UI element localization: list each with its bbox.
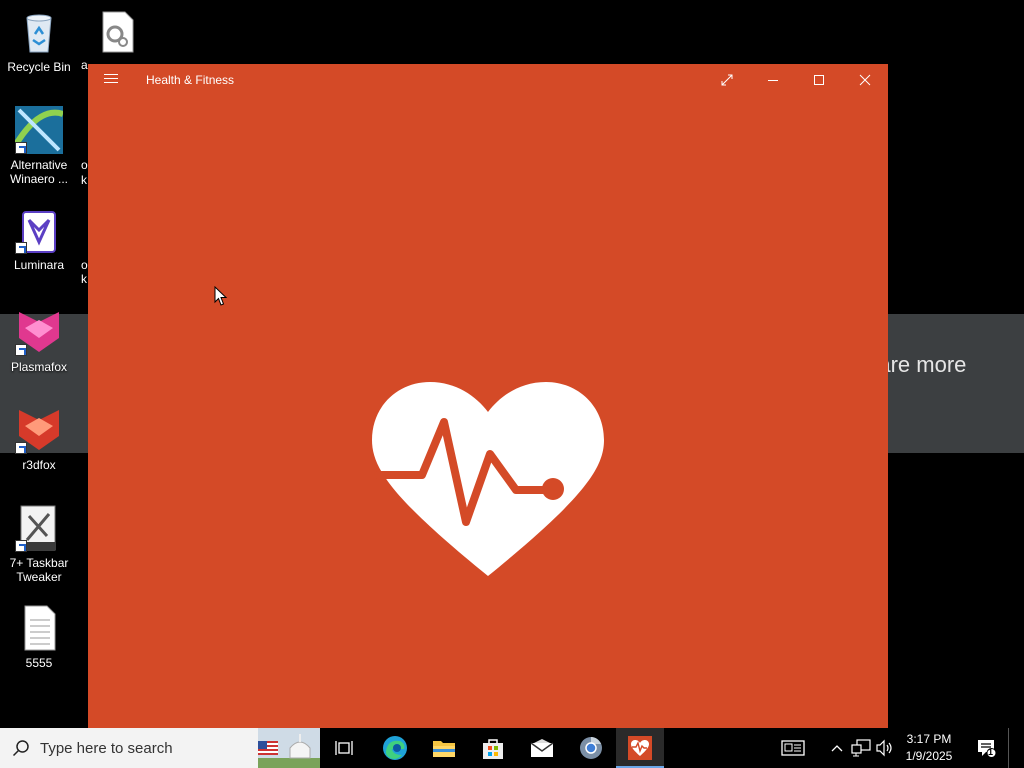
desktop-icon-label: 5555 [25,656,53,670]
task-view-icon [335,741,353,755]
clock-date: 1/9/2025 [905,749,953,763]
desktop-icon-recycle-bin[interactable]: Recycle Bin [0,8,78,74]
shortcut-arrow-icon [15,242,27,254]
health-fitness-icon [628,736,652,760]
show-hidden-icons-button[interactable] [828,738,846,758]
maximize-icon [814,75,824,85]
luminara-icon [15,206,63,254]
health-fitness-window: Health & Fitness [88,64,888,728]
chromium-icon [580,737,602,759]
network-button[interactable] [850,738,872,758]
desktop-icon-partial-label: o [81,158,88,172]
chevron-up-icon [831,745,843,752]
fullscreen-button[interactable] [704,64,750,96]
desktop-icon-label: Alternative Winaero ... [9,158,69,186]
clock-time: 3:17 PM [906,732,952,746]
desktop-icon-label: Luminara [13,258,65,272]
desktop-icon-r3dfox[interactable]: r3dfox [0,406,78,472]
store-button[interactable] [469,728,517,768]
search-icon [12,740,29,757]
winaero-icon [12,106,64,154]
news-icon [781,740,805,756]
shortcut-arrow-icon [15,344,27,356]
volume-icon [876,739,892,757]
heart-pulse-icon [372,382,604,576]
hamburger-menu-icon[interactable] [104,74,118,86]
r3dfox-icon [15,406,63,454]
health-fitness-taskbar-button[interactable] [616,728,664,768]
taskbar: Type here to search 3:17 PM 1/9/2025 1 [0,728,1024,768]
desktop-icon-plasmafox[interactable]: Plasmafox [0,308,78,374]
file-explorer-icon [433,741,455,757]
volume-button[interactable] [874,738,896,758]
notification-count: 1 [988,747,994,757]
desktop-icon-partial-label: o [81,258,88,272]
desktop-icon-7-taskbar-tweaker[interactable]: 7+ Taskbar Tweaker [0,504,78,584]
desktop-icon-5555[interactable]: 5555 [0,604,78,670]
close-icon [859,74,871,86]
mouse-cursor-icon [214,286,228,306]
news-widget-button[interactable] [780,738,806,758]
minimize-button[interactable] [750,64,796,96]
edge-button[interactable] [371,728,419,768]
search-box[interactable]: Type here to search [0,728,258,768]
search-placeholder: Type here to search [40,740,173,757]
task-view-button[interactable] [320,728,368,768]
desktop-icon-partial-label: a [81,58,88,72]
edge-icon [383,736,407,760]
desktop-icon-luminara[interactable]: Luminara [0,206,78,272]
search-highlight-image[interactable] [258,728,320,768]
shortcut-arrow-icon [15,442,27,454]
window-title: Health & Fitness [146,73,235,87]
title-bar[interactable]: Health & Fitness [88,64,888,96]
desktop-icon-partial-label: k [81,173,87,187]
shortcut-arrow-icon [15,142,27,154]
plasmafox-icon [15,308,63,356]
desktop-icon-label: Recycle Bin [7,60,71,74]
desktop-icon-alternative-winaero[interactable]: Alternative Winaero ... [0,106,78,186]
mail-button[interactable] [518,728,566,768]
fullscreen-icon [721,74,733,86]
close-button[interactable] [842,64,888,96]
desktop-icon-label: r3dfox [22,458,56,472]
capitol-flag-icon [258,728,320,768]
desktop-icon-label: Plasmafox [10,360,68,374]
network-icon [851,739,871,757]
maximize-button[interactable] [796,64,842,96]
file-explorer-button[interactable] [420,728,468,768]
text-file-icon [15,604,63,652]
desktop-icon-file[interactable] [78,8,156,60]
minimize-icon [768,80,778,81]
settings-file-icon [93,8,141,56]
store-icon [483,739,503,759]
chromium-button[interactable] [567,728,615,768]
notification-center-button[interactable]: 1 [968,728,1004,768]
shortcut-arrow-icon [15,540,27,552]
taskbar-tweaker-icon [15,504,63,552]
mail-icon [530,739,554,757]
recycle-bin-icon [15,8,63,56]
show-desktop-button[interactable] [1008,728,1024,768]
desktop-icon-partial-label: k [81,272,87,286]
clock[interactable]: 3:17 PM 1/9/2025 [898,731,960,765]
desktop-icon-label: 7+ Taskbar Tweaker [9,556,69,584]
